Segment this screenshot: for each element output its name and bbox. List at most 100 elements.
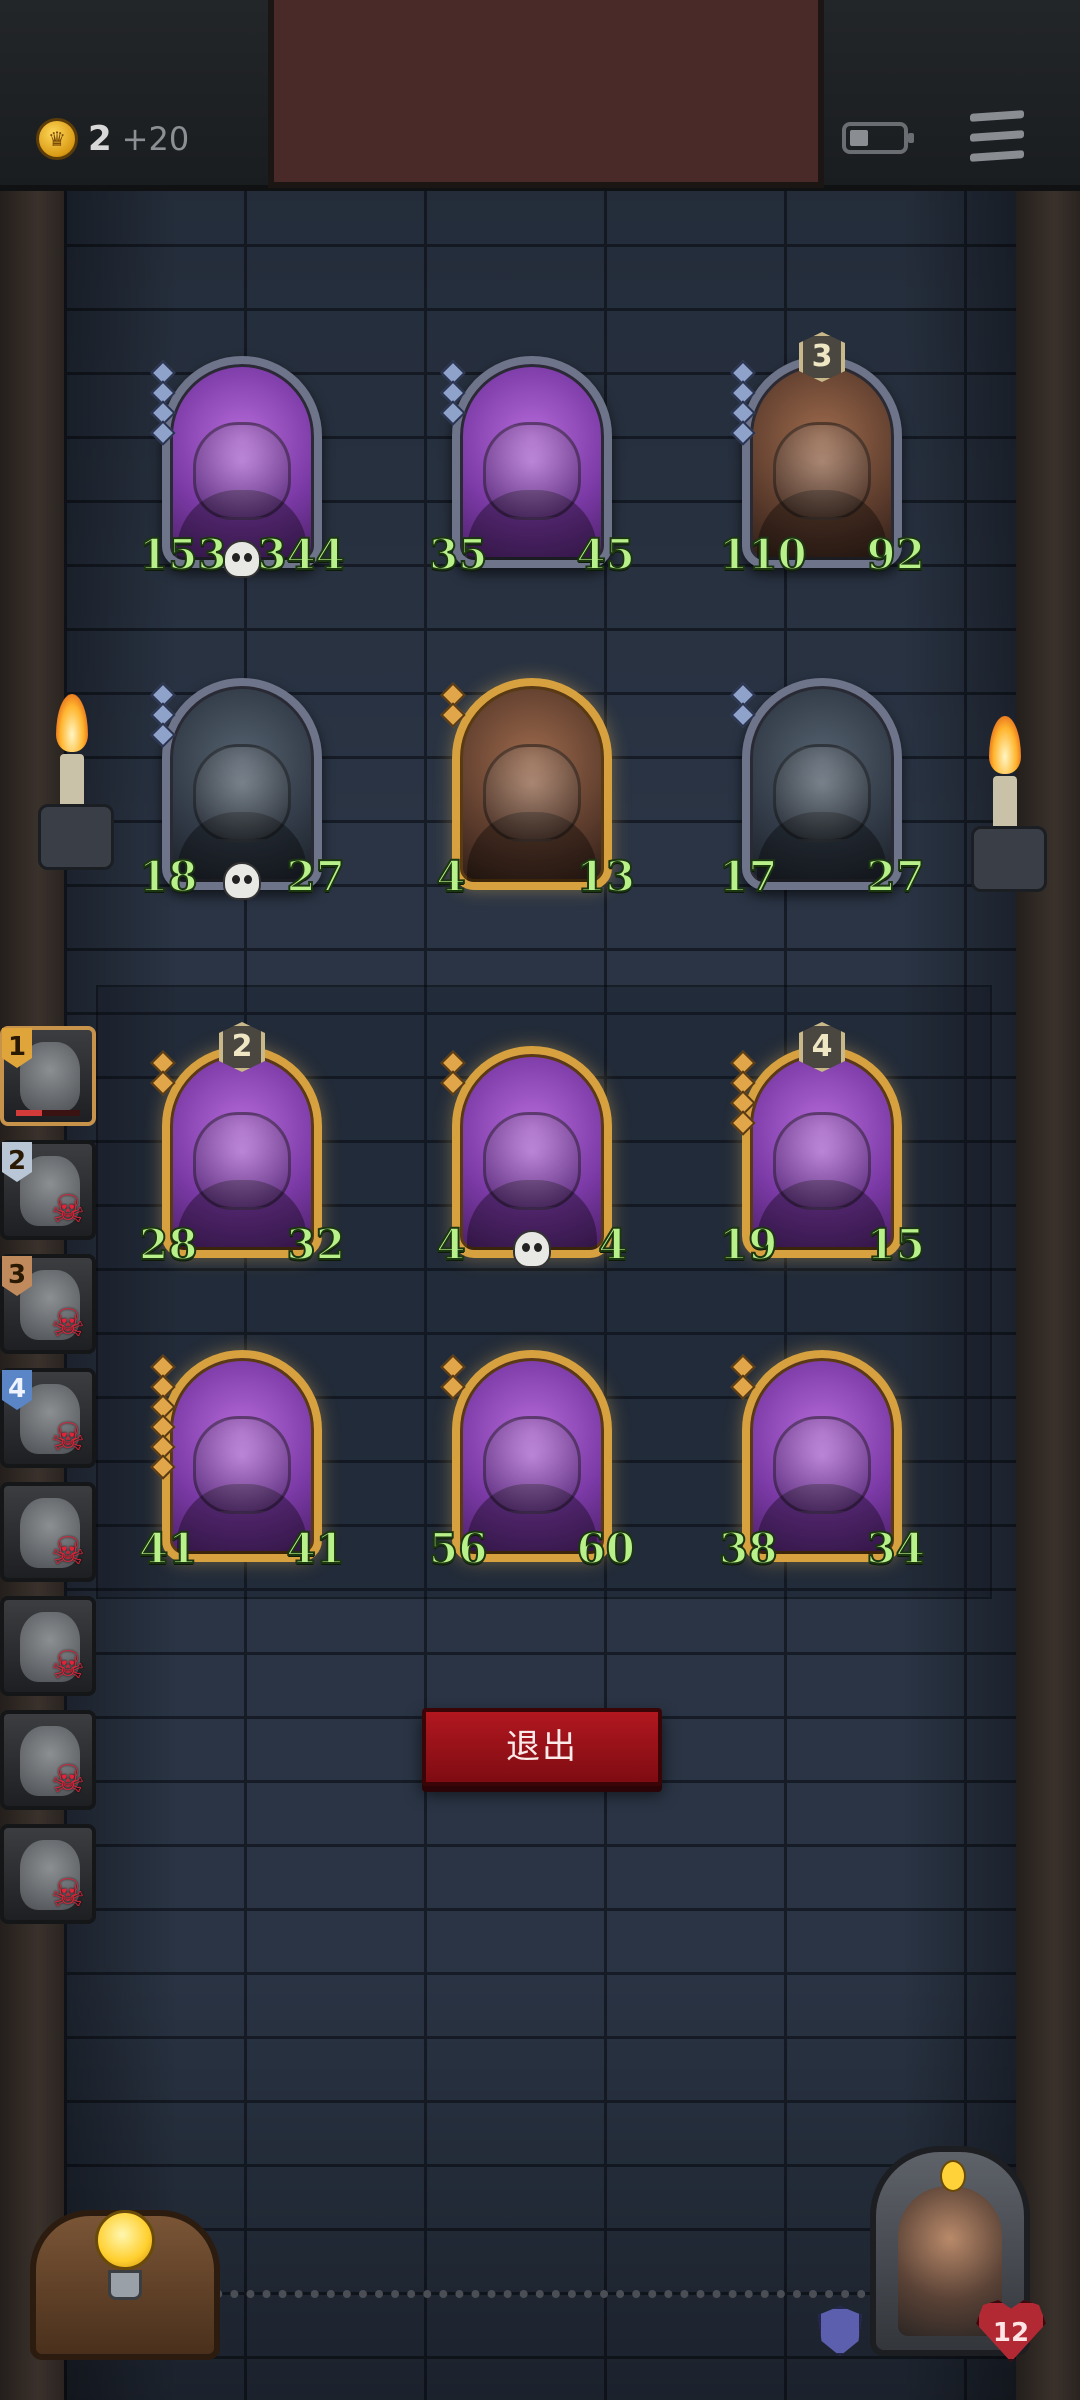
unit-card-old-dwarf[interactable]: 56 60 bbox=[428, 1342, 636, 1574]
unit-card-hooded-assassin[interactable]: 2 28 32 bbox=[138, 1022, 346, 1270]
skull-icon bbox=[223, 862, 261, 900]
star-pips bbox=[730, 360, 756, 446]
pip-icon bbox=[730, 420, 756, 446]
unit-card-tusked-ogre[interactable]: 3 110 92 bbox=[718, 332, 926, 580]
health-stat: 60 bbox=[574, 1523, 638, 1574]
bee-portrait bbox=[483, 422, 581, 520]
pinocchio-portrait bbox=[483, 1112, 581, 1210]
opponent-list: 1 2 ☠ 3 ☠ 4 ☠ ☠ ☠ ☠ ☠ bbox=[0, 1026, 104, 1938]
gold-value: 2 bbox=[88, 119, 112, 159]
elf-sorceress-portrait bbox=[773, 744, 871, 842]
attack-stat: 4 bbox=[426, 851, 476, 902]
skull-crossbones-icon: ☠ bbox=[50, 1871, 86, 1915]
star-pips bbox=[150, 360, 176, 446]
opponent-item[interactable]: ☠ bbox=[0, 1596, 96, 1696]
attack-stat: 41 bbox=[136, 1523, 200, 1574]
gold-counter: ♛ 2 +20 bbox=[36, 118, 189, 160]
pip-icon bbox=[440, 702, 466, 728]
attack-stat: 18 bbox=[136, 851, 200, 902]
opponent-item[interactable]: 2 ☠ bbox=[0, 1140, 96, 1240]
shield-knight-portrait bbox=[773, 1112, 871, 1210]
star-pips bbox=[150, 1050, 176, 1096]
unit-card-bee[interactable]: 35 45 bbox=[428, 348, 636, 580]
unit-card-woodcutter[interactable]: 4 13 bbox=[435, 670, 636, 902]
old-dwarf-portrait bbox=[483, 1416, 581, 1514]
pip-icon bbox=[730, 702, 756, 728]
pip-icon bbox=[440, 1070, 466, 1096]
skull-crossbones-icon: ☠ bbox=[50, 1529, 86, 1573]
attack-stat: 17 bbox=[716, 851, 780, 902]
star-pips bbox=[730, 682, 756, 728]
health-stat: 4 bbox=[588, 1219, 638, 1270]
woodcutter-portrait bbox=[483, 744, 581, 842]
attack-stat: 35 bbox=[426, 529, 490, 580]
health-stat: 13 bbox=[574, 851, 638, 902]
unit-card-cross-shield[interactable]: 38 34 bbox=[718, 1342, 926, 1574]
opponent-item[interactable]: 4 ☠ bbox=[0, 1368, 96, 1468]
star-pips bbox=[730, 1050, 756, 1136]
chain-decoration bbox=[150, 2290, 930, 2308]
skull-crossbones-icon: ☠ bbox=[50, 1187, 86, 1231]
health-stat: 41 bbox=[284, 1523, 348, 1574]
teddy-bear-portrait bbox=[193, 422, 291, 520]
right-candle-icon bbox=[971, 716, 1047, 896]
light-bulb-icon bbox=[95, 2210, 155, 2300]
attack-stat: 110 bbox=[716, 529, 810, 580]
armored-warrior-portrait bbox=[193, 1416, 291, 1514]
unit-card-armored-warrior[interactable]: 41 41 bbox=[138, 1342, 346, 1574]
opponent-health-bar bbox=[16, 1110, 80, 1116]
pip-icon bbox=[150, 722, 176, 748]
hooded-assassin-portrait bbox=[193, 1112, 291, 1210]
skull-crossbones-icon: ☠ bbox=[50, 1643, 86, 1687]
pip-icon bbox=[150, 1070, 176, 1096]
unit-card-elf-sorceress[interactable]: 17 27 bbox=[718, 670, 926, 902]
unit-card-wizard[interactable]: 18 27 bbox=[138, 670, 346, 902]
crown-coin-icon: ♛ bbox=[36, 118, 78, 160]
hero-bulb-icon bbox=[940, 2160, 966, 2192]
pip-icon bbox=[440, 1374, 466, 1400]
attack-stat: 19 bbox=[716, 1219, 780, 1270]
attack-stat: 28 bbox=[136, 1219, 200, 1270]
opponent-item[interactable]: ☠ bbox=[0, 1482, 96, 1582]
pip-icon bbox=[150, 1454, 176, 1480]
attack-stat: 56 bbox=[426, 1523, 490, 1574]
attack-stat: 4 bbox=[426, 1219, 476, 1270]
left-candle-icon bbox=[38, 694, 114, 874]
skull-crossbones-icon: ☠ bbox=[50, 1757, 86, 1801]
hamburger-menu-icon[interactable] bbox=[970, 110, 1024, 162]
top-door bbox=[268, 0, 824, 188]
health-stat: 45 bbox=[574, 529, 638, 580]
star-pips bbox=[150, 682, 176, 748]
gold-gain: +20 bbox=[121, 120, 190, 158]
exit-button[interactable]: 退出 bbox=[422, 1708, 662, 1786]
opponent-item[interactable]: ☠ bbox=[0, 1824, 96, 1924]
tusked-ogre-portrait bbox=[773, 422, 871, 520]
opponent-item[interactable]: 3 ☠ bbox=[0, 1254, 96, 1354]
battery-icon bbox=[842, 122, 914, 154]
health-stat: 92 bbox=[864, 529, 928, 580]
opponent-item[interactable]: ☠ bbox=[0, 1710, 96, 1810]
star-pips bbox=[440, 682, 466, 728]
pip-icon bbox=[150, 420, 176, 446]
health-stat: 27 bbox=[864, 851, 928, 902]
attack-stat: 38 bbox=[716, 1523, 780, 1574]
unit-card-shield-knight[interactable]: 4 19 15 bbox=[718, 1022, 926, 1270]
health-stat: 32 bbox=[284, 1219, 348, 1270]
opponent-item[interactable]: 1 bbox=[0, 1026, 96, 1126]
hint-chest[interactable] bbox=[30, 2160, 220, 2360]
unit-card-teddy-bear[interactable]: 153 344 bbox=[138, 348, 346, 580]
pip-icon bbox=[730, 1110, 756, 1136]
attack-stat: 153 bbox=[136, 529, 230, 580]
skull-crossbones-icon: ☠ bbox=[50, 1301, 86, 1345]
wizard-portrait bbox=[193, 744, 291, 842]
skull-crossbones-icon: ☠ bbox=[50, 1415, 86, 1459]
top-bar: ♛ 2 +20 bbox=[0, 0, 1080, 191]
unit-card-pinocchio[interactable]: 44 bbox=[435, 1038, 629, 1270]
star-pips bbox=[150, 1354, 176, 1480]
skull-icon bbox=[513, 1230, 551, 1268]
star-pips bbox=[730, 1354, 756, 1400]
star-pips bbox=[440, 1050, 466, 1096]
cross-shield-portrait bbox=[773, 1416, 871, 1514]
health-stat: 344 bbox=[254, 529, 348, 580]
pip-icon bbox=[730, 1374, 756, 1400]
